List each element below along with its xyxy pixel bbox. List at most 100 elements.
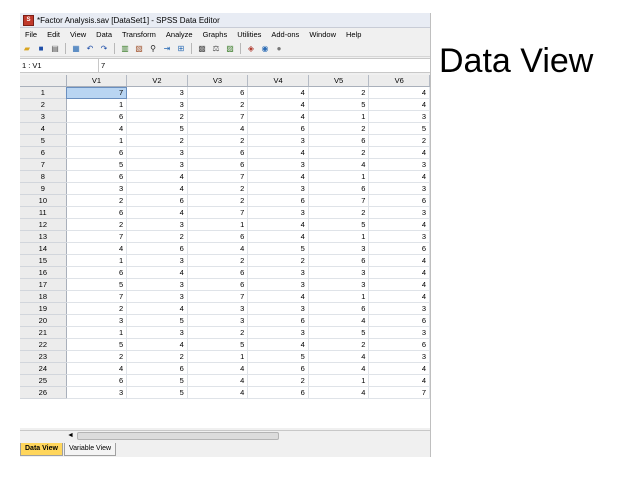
menu-help[interactable]: Help [341, 30, 366, 39]
data-cell[interactable]: 6 [187, 86, 249, 99]
data-cell[interactable]: 2 [308, 206, 370, 219]
data-cell[interactable]: 6 [66, 146, 128, 159]
data-cell[interactable]: 4 [368, 374, 430, 387]
column-header-v6[interactable]: V6 [368, 75, 430, 87]
data-cell[interactable]: 3 [247, 182, 309, 195]
data-cell[interactable]: 7 [308, 194, 370, 207]
data-cell[interactable]: 1 [66, 254, 128, 267]
data-cell[interactable]: 2 [126, 350, 188, 363]
data-cell[interactable]: 4 [368, 290, 430, 303]
row-number[interactable]: 21 [20, 326, 67, 339]
data-cell[interactable]: 6 [126, 194, 188, 207]
data-cell[interactable]: 6 [247, 386, 309, 399]
data-cell[interactable]: 4 [126, 302, 188, 315]
insert-cases-icon[interactable]: ⇥ [162, 43, 173, 54]
data-cell[interactable]: 3 [66, 386, 128, 399]
data-cell[interactable]: 4 [308, 314, 370, 327]
data-cell[interactable]: 7 [368, 386, 430, 399]
data-cell[interactable]: 3 [368, 302, 430, 315]
data-cell[interactable]: 5 [126, 122, 188, 135]
grid-corner[interactable] [20, 75, 67, 87]
data-cell[interactable]: 3 [368, 182, 430, 195]
row-number[interactable]: 26 [20, 386, 67, 399]
data-cell[interactable]: 6 [187, 146, 249, 159]
selected-data-cell[interactable]: 7 [66, 86, 128, 99]
data-cell[interactable]: 5 [126, 374, 188, 387]
scrollbar-thumb[interactable] [77, 432, 279, 440]
data-cell[interactable]: 2 [126, 134, 188, 147]
row-number[interactable]: 4 [20, 122, 67, 135]
data-cell[interactable]: 3 [126, 86, 188, 99]
data-cell[interactable]: 1 [308, 110, 370, 123]
goto-case-icon[interactable]: ▥ [120, 43, 131, 54]
data-cell[interactable]: 6 [187, 278, 249, 291]
menu-window[interactable]: Window [304, 30, 341, 39]
data-cell[interactable]: 6 [66, 110, 128, 123]
data-cell[interactable]: 3 [126, 290, 188, 303]
data-cell[interactable]: 4 [247, 230, 309, 243]
data-cell[interactable]: 5 [66, 338, 128, 351]
menu-addons[interactable]: Add-ons [266, 30, 304, 39]
row-number[interactable]: 14 [20, 242, 67, 255]
variables-icon[interactable]: ▧ [134, 43, 145, 54]
data-cell[interactable]: 5 [126, 386, 188, 399]
data-cell[interactable]: 3 [368, 326, 430, 339]
data-cell[interactable]: 4 [247, 218, 309, 231]
data-cell[interactable]: 4 [368, 146, 430, 159]
row-number[interactable]: 20 [20, 314, 67, 327]
data-cell[interactable]: 6 [368, 242, 430, 255]
data-cell[interactable]: 6 [368, 194, 430, 207]
data-cell[interactable]: 1 [308, 290, 370, 303]
data-cell[interactable]: 7 [187, 170, 249, 183]
menu-data[interactable]: Data [91, 30, 117, 39]
data-cell[interactable]: 3 [247, 266, 309, 279]
data-cell[interactable]: 6 [308, 254, 370, 267]
data-cell[interactable]: 2 [187, 98, 249, 111]
data-cell[interactable]: 3 [247, 206, 309, 219]
scroll-left-arrow-icon[interactable]: ◄ [66, 432, 75, 439]
row-number[interactable]: 19 [20, 302, 67, 315]
data-cell[interactable]: 2 [187, 254, 249, 267]
open-folder-icon[interactable]: ▰ [22, 43, 33, 54]
data-cell[interactable]: 4 [187, 374, 249, 387]
tab-data-view[interactable]: Data View [20, 443, 63, 456]
data-cell[interactable]: 2 [66, 218, 128, 231]
row-number[interactable]: 22 [20, 338, 67, 351]
data-cell[interactable]: 5 [368, 122, 430, 135]
data-cell[interactable]: 5 [308, 98, 370, 111]
data-cell[interactable]: 2 [247, 254, 309, 267]
save-icon[interactable]: ■ [36, 43, 47, 54]
data-cell[interactable]: 3 [126, 158, 188, 171]
data-cell[interactable]: 4 [308, 158, 370, 171]
data-cell[interactable]: 6 [308, 182, 370, 195]
data-cell[interactable]: 6 [247, 314, 309, 327]
data-cell[interactable]: 6 [66, 206, 128, 219]
dialog-recall-icon[interactable]: ▦ [71, 43, 82, 54]
data-cell[interactable]: 4 [247, 170, 309, 183]
row-number[interactable]: 16 [20, 266, 67, 279]
data-cell[interactable]: 6 [66, 170, 128, 183]
data-cell[interactable]: 4 [308, 362, 370, 375]
row-number[interactable]: 15 [20, 254, 67, 267]
data-cell[interactable]: 4 [308, 386, 370, 399]
horizontal-scrollbar[interactable]: ◄ [20, 430, 430, 440]
data-cell[interactable]: 5 [187, 338, 249, 351]
data-cell[interactable]: 6 [187, 266, 249, 279]
data-cell[interactable]: 3 [308, 266, 370, 279]
data-cell[interactable]: 2 [308, 338, 370, 351]
use-sets-icon[interactable]: ◉ [260, 43, 271, 54]
data-cell[interactable]: 4 [247, 146, 309, 159]
data-cell[interactable]: 2 [308, 122, 370, 135]
data-cell[interactable]: 5 [247, 350, 309, 363]
data-cell[interactable]: 3 [368, 158, 430, 171]
column-header-v2[interactable]: V2 [126, 75, 188, 87]
data-cell[interactable]: 2 [247, 374, 309, 387]
data-cell[interactable]: 7 [187, 290, 249, 303]
data-cell[interactable]: 5 [308, 218, 370, 231]
menu-view[interactable]: View [65, 30, 91, 39]
data-cell[interactable]: 4 [368, 170, 430, 183]
data-cell[interactable]: 4 [368, 362, 430, 375]
data-cell[interactable]: 4 [126, 206, 188, 219]
data-cell[interactable]: 4 [368, 86, 430, 99]
data-cell[interactable]: 6 [126, 362, 188, 375]
